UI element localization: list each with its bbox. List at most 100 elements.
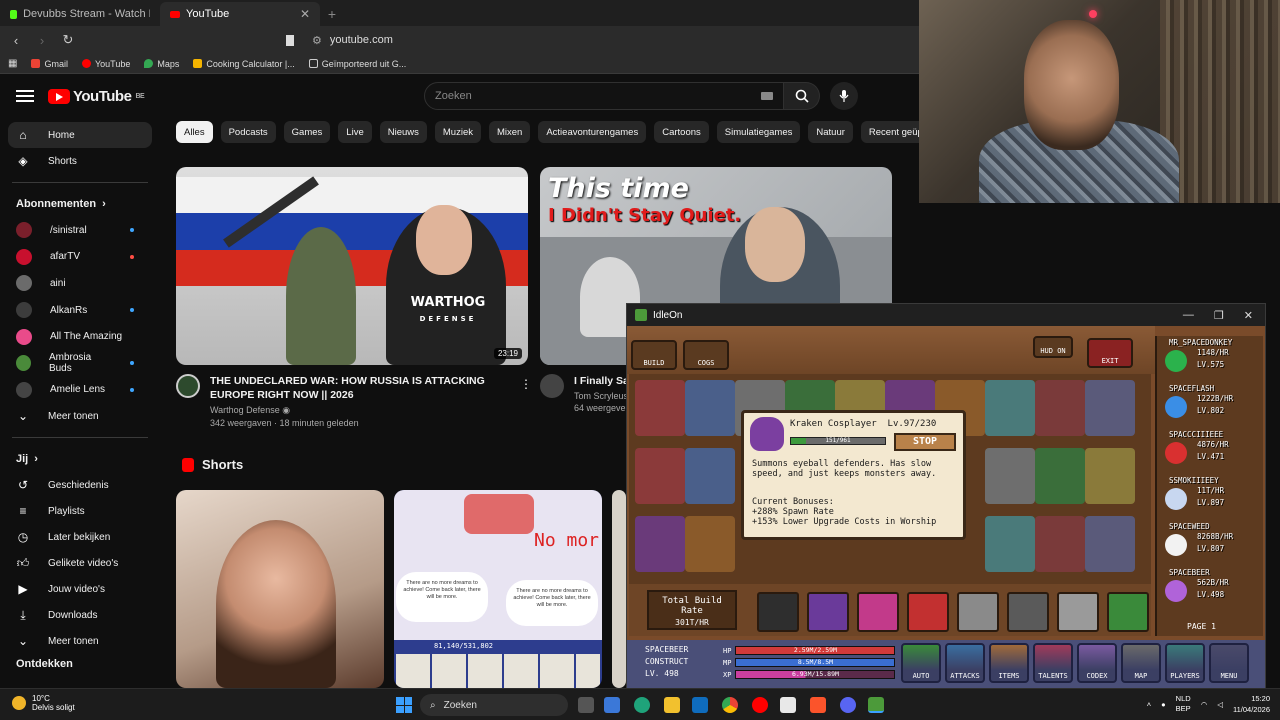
voice-search-button[interactable]: [830, 82, 858, 110]
sidebar-item-downloads[interactable]: ⤓ Downloads: [0, 602, 160, 628]
chip-simulatiegames[interactable]: Simulatiegames: [716, 121, 801, 143]
more-options-icon[interactable]: ⋮: [520, 377, 532, 391]
search-button[interactable]: [784, 82, 820, 110]
chip-alles[interactable]: Alles: [176, 121, 213, 143]
building-slot[interactable]: [685, 380, 735, 436]
inventory-slot[interactable]: [757, 592, 799, 632]
player-entry[interactable]: MR_SPACEDONKEY 1148/HR LV.575: [1157, 336, 1265, 380]
sidebar-show-more[interactable]: ⌄ Meer tonen: [0, 403, 160, 429]
menu-button-menu[interactable]: MENU: [1209, 643, 1249, 683]
building-slot[interactable]: [635, 516, 685, 572]
bookmark-gmail[interactable]: Gmail: [31, 59, 68, 69]
short-thumbnail-3[interactable]: [612, 490, 626, 688]
tab-youtube[interactable]: YouTube ✕: [160, 2, 320, 26]
sidebar-item-playlists[interactable]: ≡ Playlists: [0, 498, 160, 524]
volume-icon[interactable]: ◁: [1217, 700, 1223, 709]
short-thumbnail-1[interactable]: [176, 490, 384, 688]
chip-muziek[interactable]: Muziek: [434, 121, 481, 143]
subscription-item[interactable]: afarTV: [0, 244, 160, 271]
reload-icon[interactable]: ↻: [60, 32, 76, 48]
sidebar-item-home[interactable]: ⌂ Home: [8, 122, 152, 148]
sidebar-item-history[interactable]: ↺ Geschiedenis: [0, 472, 160, 498]
file-explorer-icon[interactable]: [664, 697, 680, 713]
sidebar-subscriptions-header[interactable]: Abonnementen ›: [0, 191, 160, 217]
player-entry[interactable]: SSMOKIIIEEY 11T/HR LV.897: [1157, 474, 1265, 518]
tab-kick-stream[interactable]: Devubbs Stream - Watch Live on: [0, 2, 160, 26]
menu-icon[interactable]: [16, 90, 34, 102]
idleon-taskbar-icon[interactable]: [868, 697, 884, 713]
inventory-slot[interactable]: [907, 592, 949, 632]
discord-icon[interactable]: [840, 697, 856, 713]
network-icon[interactable]: ◠: [1201, 700, 1208, 709]
microphone-tray-icon[interactable]: ●: [1161, 700, 1166, 709]
chip-natuur[interactable]: Natuur: [808, 121, 853, 143]
page-label[interactable]: PAGE 1: [1187, 622, 1216, 631]
minimize-icon[interactable]: —: [1183, 309, 1194, 322]
inventory-slot[interactable]: [1107, 592, 1149, 632]
menu-button-items[interactable]: ITEMS: [989, 643, 1029, 683]
video-title[interactable]: THE UNDECLARED WAR: HOW RUSSIA IS ATTACK…: [210, 374, 516, 402]
task-view-icon[interactable]: [578, 697, 594, 713]
chip-nieuws[interactable]: Nieuws: [379, 121, 427, 143]
taskbar-search[interactable]: ⌕ Zoeken: [420, 694, 568, 716]
new-tab-button[interactable]: +: [320, 2, 344, 26]
cogs-button[interactable]: COGS: [683, 340, 729, 370]
building-slot[interactable]: [635, 380, 685, 436]
chip-games[interactable]: Games: [283, 121, 331, 143]
bookmark-folder-imported[interactable]: Geïmporteerd uit G...: [308, 59, 406, 69]
inventory-slot[interactable]: [957, 592, 999, 632]
building-slot[interactable]: [985, 516, 1035, 572]
windows-start-icon[interactable]: [396, 697, 412, 713]
notepad-icon[interactable]: [780, 697, 796, 713]
edge-icon[interactable]: [634, 697, 650, 713]
close-window-icon[interactable]: ✕: [1244, 309, 1253, 322]
building-slot[interactable]: [685, 516, 735, 572]
player-entry[interactable]: SPACEWEED 8268B/HR LV.807: [1157, 520, 1265, 564]
channel-avatar[interactable]: [176, 374, 200, 398]
clock[interactable]: 15:20 11/04/2026: [1233, 693, 1270, 715]
store-icon[interactable]: [604, 697, 620, 713]
sidebar-show-more-2[interactable]: ⌄ Meer tonen: [0, 628, 160, 654]
bookmark-icon[interactable]: [286, 34, 294, 46]
building-slot[interactable]: [1035, 448, 1085, 504]
channel-name[interactable]: Warthog Defense ◉: [210, 405, 516, 416]
forward-icon[interactable]: ›: [34, 32, 50, 48]
bookmark-youtube[interactable]: YouTube: [81, 59, 130, 69]
maximize-icon[interactable]: ❐: [1214, 309, 1224, 322]
menu-button-map[interactable]: MAP: [1121, 643, 1161, 683]
subscription-item[interactable]: aini: [0, 270, 160, 297]
subscription-item[interactable]: Amelie Lens: [0, 377, 160, 404]
channel-name[interactable]: Tom Scryleus: [574, 391, 630, 401]
sidebar-item-shorts[interactable]: ◈ Shorts: [0, 148, 160, 174]
outlook-icon[interactable]: [692, 697, 708, 713]
game-canvas[interactable]: BUILD COGS HUD ON EXIT Kraken Cosplayer …: [627, 326, 1265, 688]
chip-mixen[interactable]: Mixen: [488, 121, 531, 143]
menu-button-attacks[interactable]: ATTACKS: [945, 643, 985, 683]
chip-cartoons[interactable]: Cartoons: [654, 121, 709, 143]
close-tab-icon[interactable]: ✕: [300, 7, 310, 21]
inventory-slot[interactable]: [1007, 592, 1049, 632]
building-slot[interactable]: [985, 380, 1035, 436]
apps-icon[interactable]: ▦: [8, 58, 17, 69]
subscription-item[interactable]: All The Amazing: [0, 323, 160, 350]
subscription-item[interactable]: /sinistral: [0, 217, 160, 244]
player-entry[interactable]: SPACCCIIIEEE 4876/HR LV.471: [1157, 428, 1265, 472]
menu-button-talents[interactable]: TALENTS: [1033, 643, 1073, 683]
menu-button-players[interactable]: PLAYERS: [1165, 643, 1205, 683]
language-indicator[interactable]: NLD BEP: [1176, 694, 1191, 714]
building-slot[interactable]: [985, 448, 1035, 504]
search-input[interactable]: Zoeken: [424, 82, 784, 110]
building-slot[interactable]: [1035, 516, 1085, 572]
video-thumbnail-1[interactable]: WARTHOG DEFENSE 23:19: [176, 167, 528, 365]
chrome-icon[interactable]: [722, 697, 738, 713]
menu-button-codex[interactable]: CODEX: [1077, 643, 1117, 683]
address-bar[interactable]: ⚙ youtube.com: [286, 29, 393, 51]
channel-avatar[interactable]: [540, 374, 564, 398]
sidebar-you-header[interactable]: Jij ›: [0, 446, 160, 472]
building-slot[interactable]: [1085, 380, 1135, 436]
weather-widget[interactable]: 10°C Delvis soligt: [12, 694, 75, 712]
chip-podcasts[interactable]: Podcasts: [220, 121, 276, 143]
chip-live[interactable]: Live: [338, 121, 372, 143]
sidebar-item-liked-videos[interactable]: 👍︎ Gelikete video's: [0, 550, 160, 576]
chip-recent-ge-p[interactable]: Recent geüp: [860, 121, 920, 143]
